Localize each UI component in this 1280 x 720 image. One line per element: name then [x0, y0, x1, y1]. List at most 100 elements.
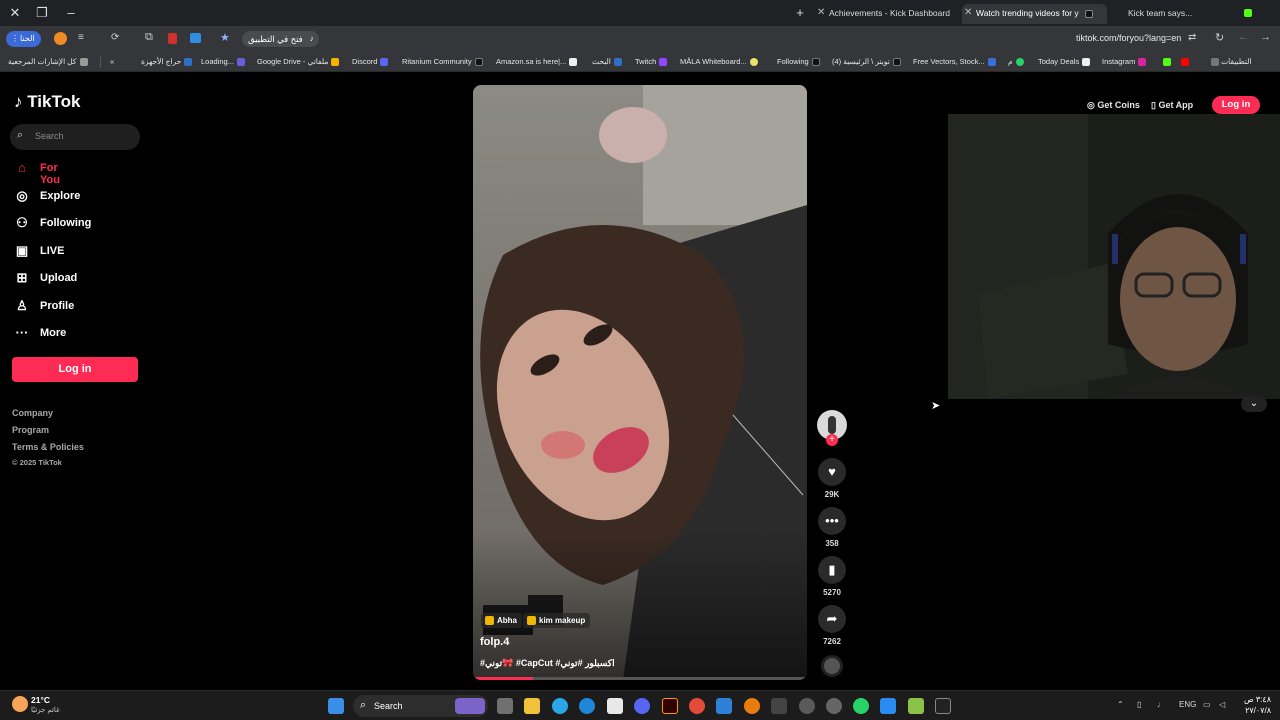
creator-avatar[interactable]: +: [817, 410, 847, 446]
extension-icon[interactable]: [54, 32, 67, 45]
next-video-chevron-down-icon[interactable]: ⌄: [1241, 396, 1267, 412]
close-window-icon[interactable]: ✕: [6, 4, 24, 22]
back-icon[interactable]: →: [1260, 31, 1271, 43]
language-indicator[interactable]: ENG: [1179, 700, 1196, 709]
new-tab-icon[interactable]: +: [791, 4, 809, 22]
like-button[interactable]: ♥ 29K: [817, 458, 847, 499]
app-icon[interactable]: [716, 698, 732, 714]
location-tag[interactable]: Abha: [481, 613, 522, 628]
effect-tag[interactable]: kim makeup: [523, 613, 591, 628]
file-explorer-icon[interactable]: [524, 698, 540, 714]
bookmark-youtube[interactable]: [1178, 55, 1189, 69]
bookmark-item[interactable]: Today Deals: [1038, 55, 1091, 69]
url-text[interactable]: tiktok.com/foryou?lang=en: [1076, 33, 1181, 43]
bookmark-item[interactable]: Instagram: [1102, 55, 1147, 69]
minimize-window-icon[interactable]: –: [62, 4, 80, 22]
comment-button[interactable]: ••• 358: [817, 507, 847, 548]
battery-icon[interactable]: ▯: [1137, 700, 1141, 709]
tab-kick-dashboard[interactable]: ✕ Achievements - Kick Dashboard: [815, 4, 955, 24]
profile-button[interactable]: ⋮ الحنا: [6, 31, 41, 47]
tray-overflow-icon[interactable]: ⌃: [1117, 700, 1124, 709]
task-view-icon[interactable]: [497, 698, 513, 714]
clock-time[interactable]: ٣:٤٨ ص: [1239, 695, 1271, 704]
blender-icon[interactable]: [744, 698, 760, 714]
extension-icon[interactable]: [190, 33, 201, 43]
follow-plus-icon[interactable]: +: [826, 434, 838, 446]
reload-icon[interactable]: ↻: [1215, 31, 1224, 44]
bookmark-item[interactable]: Following: [777, 55, 820, 69]
bookmark-star-icon[interactable]: ★: [220, 31, 230, 44]
weather-icon[interactable]: [12, 696, 28, 712]
save-button[interactable]: ▮ 5270: [817, 556, 847, 597]
extension-icon[interactable]: [168, 33, 177, 44]
x-icon: [811, 58, 820, 67]
footer-program-link[interactable]: Program: [12, 425, 49, 435]
bookmark-item[interactable]: Ritanium Community: [402, 55, 483, 69]
bookmark-item[interactable]: Loading...: [201, 55, 245, 69]
video-progress-bar[interactable]: [473, 677, 807, 680]
network-icon[interactable]: ▭: [1203, 700, 1211, 709]
sidebar-login-button[interactable]: Log in: [12, 357, 138, 382]
app-icon[interactable]: [880, 698, 896, 714]
video-player[interactable]: Abha kim makeup folp.4 #توني🎀 #CapCut #ا…: [473, 85, 807, 680]
close-tab-icon[interactable]: ✕: [964, 4, 972, 22]
bookmark-all[interactable]: كل الإشارات المرجعية: [8, 55, 88, 69]
clock-date[interactable]: ٢٧/٠٧/٨: [1239, 706, 1271, 715]
edge-icon[interactable]: [552, 698, 568, 714]
footer-terms-link[interactable]: Terms & Policies: [12, 442, 84, 452]
bookmark-item[interactable]: Google Drive - ملفاتي: [257, 55, 340, 69]
microphone-icon[interactable]: ♩: [1157, 700, 1165, 709]
weather-temp[interactable]: 21°C: [31, 695, 50, 705]
get-app-button[interactable]: ▯ Get App: [1151, 97, 1193, 113]
comment-icon: •••: [818, 507, 846, 535]
bookmarks-overflow-icon[interactable]: «: [110, 55, 114, 69]
music-disc[interactable]: [817, 655, 847, 677]
footer-company-link[interactable]: Company: [12, 408, 53, 418]
extension-icon[interactable]: ⟳: [111, 32, 119, 43]
bookmark-item[interactable]: البحث: [592, 55, 622, 69]
restore-window-icon[interactable]: ❐: [33, 4, 51, 22]
store-icon[interactable]: [607, 698, 623, 714]
bookmark-item[interactable]: Amazon.sa is here|...: [496, 55, 578, 69]
bookmark-kick[interactable]: [1160, 55, 1171, 69]
chrome-icon[interactable]: [689, 698, 705, 714]
obs-icon[interactable]: [826, 698, 842, 714]
extensions-puzzle-icon[interactable]: ⧉: [145, 31, 153, 44]
app-icon[interactable]: [771, 698, 787, 714]
volume-icon[interactable]: ◁: [1219, 700, 1225, 709]
get-coins-button[interactable]: ◎ Get Coins: [1087, 97, 1140, 113]
app-icon[interactable]: [908, 698, 924, 714]
video-author[interactable]: folp.4: [480, 636, 509, 648]
illustrator-icon[interactable]: [662, 698, 678, 714]
bookmark-item[interactable]: (4) تويتر \ الرئيسية: [832, 55, 901, 69]
tiktok-logo[interactable]: ♪ TikTok: [14, 92, 80, 112]
live-icon: ▣: [15, 243, 29, 258]
tab-kick-team[interactable]: Kick team says...: [1114, 4, 1254, 24]
video-caption[interactable]: #توني🎀 #CapCut #اكسبلور #توني: [480, 658, 615, 669]
discord-icon[interactable]: [634, 698, 650, 714]
whatsapp-icon[interactable]: [853, 698, 869, 714]
get-coins-label: Get Coins: [1097, 100, 1140, 110]
edge-icon[interactable]: [579, 698, 595, 714]
bookmark-item[interactable]: MÅLA Whiteboard...: [680, 55, 758, 69]
bookmark-apps[interactable]: التطبيقات: [1208, 55, 1252, 69]
windows-start-icon[interactable]: [328, 698, 344, 714]
share-button[interactable]: ➦ 7262: [817, 605, 847, 646]
tab-tiktok[interactable]: ✕ Watch trending videos for y: [962, 4, 1107, 24]
bookmark-item[interactable]: Twitch: [635, 55, 668, 69]
epic-games-icon[interactable]: [935, 698, 951, 714]
open-in-app-button[interactable]: فتح في التطبيق ♪: [242, 31, 319, 47]
tag-icon: [485, 616, 494, 625]
app-icon[interactable]: [799, 698, 815, 714]
forward-icon[interactable]: ←: [1238, 31, 1249, 43]
bookmark-item[interactable]: م: [1008, 55, 1024, 69]
site-settings-icon[interactable]: ⇄: [1188, 32, 1196, 43]
close-tab-icon[interactable]: ✕: [817, 4, 825, 22]
media-control-icon[interactable]: ≡: [78, 32, 84, 43]
search-input[interactable]: ⌕ Search: [10, 124, 140, 150]
taskbar-search[interactable]: ⌕ Search: [353, 695, 488, 717]
bookmark-item[interactable]: حراج الأجهزة: [141, 55, 193, 69]
bookmark-item[interactable]: Discord: [352, 55, 389, 69]
header-login-button[interactable]: Log in: [1212, 96, 1260, 114]
bookmark-item[interactable]: Free Vectors, Stock...: [913, 55, 996, 69]
